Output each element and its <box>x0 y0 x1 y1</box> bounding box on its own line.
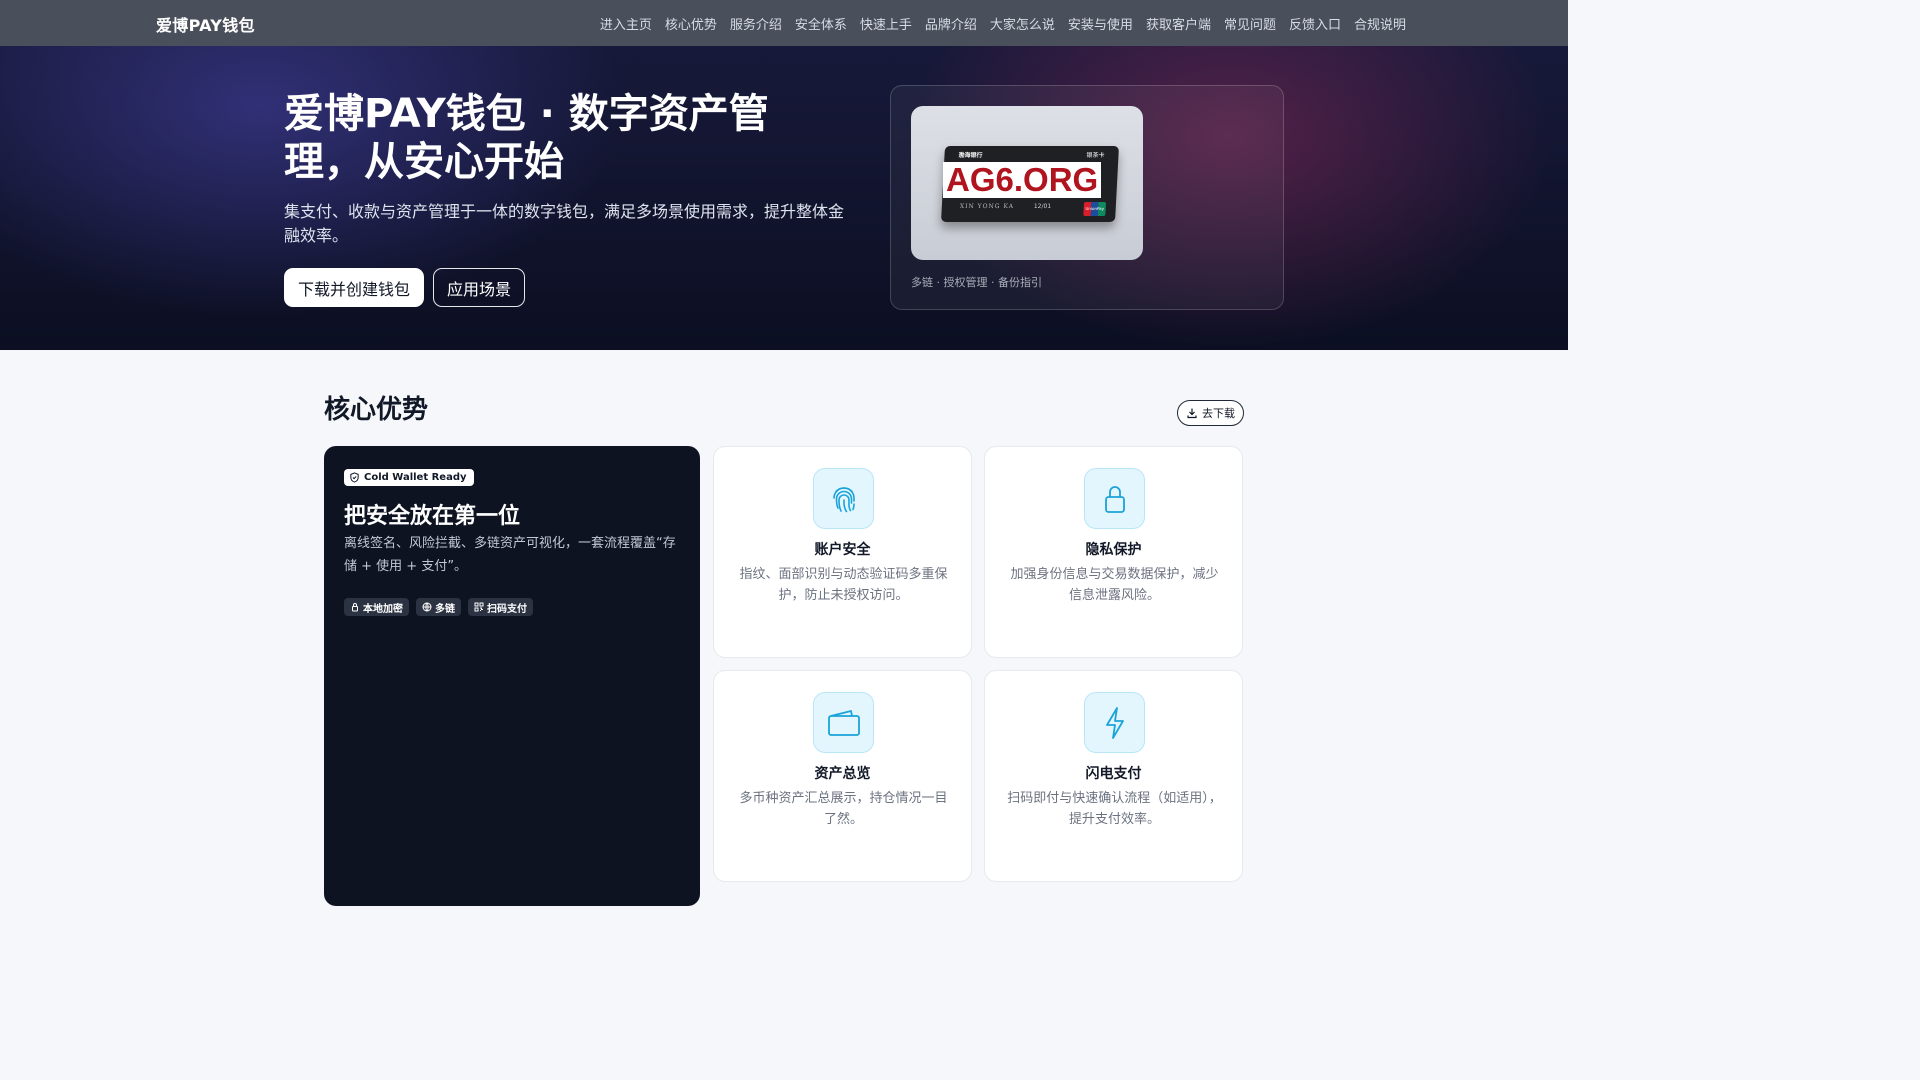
feature-title: 把安全放在第一位 <box>344 504 521 529</box>
card-title: 隐私保护 <box>1085 542 1142 558</box>
bank-card-logo: 渤海银行 <box>958 152 983 159</box>
nav-link-home[interactable]: 进入主页 <box>600 14 652 33</box>
feature-card: Cold Wallet Ready 把安全放在第一位 离线签名、风险拦截、多链资… <box>324 446 700 906</box>
cold-wallet-badge: Cold Wallet Ready <box>344 469 474 486</box>
image-watermark: AG6.ORG <box>943 162 1102 198</box>
lightning-icon <box>1105 706 1124 739</box>
feature-description: 离线签名、风险拦截、多链资产可视化，一套流程覆盖“存储 + 使用 + 支付”。 <box>344 536 676 574</box>
globe-icon <box>422 602 432 612</box>
nav-link-brand[interactable]: 品牌介绍 <box>925 14 977 33</box>
hero-caption: 多链 · 授权管理 · 备份指引 <box>911 276 1042 289</box>
nav-link-security[interactable]: 安全体系 <box>795 14 847 33</box>
bank-card-type: 银茶卡 <box>1086 152 1105 159</box>
card-icon-box <box>813 692 874 753</box>
card-description: 扫码即付与快速确认流程（如适用），提升支付效率。 <box>1007 791 1222 827</box>
tag-label: 多链 <box>435 603 455 615</box>
tag-label: 扫码支付 <box>487 603 527 615</box>
nav-link-services[interactable]: 服务介绍 <box>730 14 782 33</box>
nav-links: 进入主页 核心优势 服务介绍 安全体系 快速上手 品牌介绍 大家怎么说 安装与使… <box>600 14 1406 33</box>
hero-section: 爱博PAY钱包 · 数字资产管理，从安心开始 集支付、收款与资产管理于一体的数字… <box>0 46 1568 350</box>
card-icon-box <box>1084 468 1145 529</box>
nav-link-quickstart[interactable]: 快速上手 <box>860 14 912 33</box>
tag-multichain: 多链 <box>416 598 461 616</box>
shield-icon <box>350 472 359 483</box>
tag-local-encryption: 本地加密 <box>344 598 409 616</box>
card-title: 账户安全 <box>814 542 871 558</box>
download-pill-button[interactable]: 去下载 <box>1177 400 1244 426</box>
brand-logo[interactable]: 爱博PAY钱包 <box>156 12 255 36</box>
top-nav: 爱博PAY钱包 进入主页 核心优势 服务介绍 安全体系 快速上手 品牌介绍 大家… <box>0 0 1568 46</box>
nav-link-feedback[interactable]: 反馈入口 <box>1289 14 1341 33</box>
wallet-icon <box>827 709 860 736</box>
card-description: 多币种资产汇总展示，持仓情况一目了然。 <box>739 791 948 827</box>
scenarios-button[interactable]: 应用场景 <box>433 268 526 307</box>
nav-link-client[interactable]: 获取客户端 <box>1146 14 1211 33</box>
fingerprint-icon <box>832 486 855 512</box>
hero-image: 渤海银行 银茶卡 XIN YONG KA 12/01 UnionPay AG6.… <box>911 106 1143 260</box>
section-title: 核心优势 <box>324 395 429 425</box>
lock-icon <box>1104 485 1125 513</box>
hero-title: 爱博PAY钱包 · 数字资产管理，从安心开始 <box>284 91 769 185</box>
download-icon <box>1187 408 1197 419</box>
nav-link-compliance[interactable]: 合规说明 <box>1354 14 1406 33</box>
card-title: 资产总览 <box>814 766 871 782</box>
tag-qr-pay: 扫码支付 <box>468 598 533 616</box>
nav-link-install[interactable]: 安装与使用 <box>1068 14 1133 33</box>
nav-link-advantages[interactable]: 核心优势 <box>665 14 717 33</box>
download-pill-label: 去下载 <box>1202 407 1235 420</box>
card-icon-box <box>813 468 874 529</box>
lock-icon <box>352 603 358 612</box>
nav-link-reviews[interactable]: 大家怎么说 <box>990 14 1055 33</box>
hero-preview-card: 渤海银行 银茶卡 XIN YONG KA 12/01 UnionPay AG6.… <box>890 85 1284 310</box>
tag-label: 本地加密 <box>363 603 403 615</box>
nav-link-faq[interactable]: 常见问题 <box>1224 14 1276 33</box>
feature-tags: 本地加密 多链 扫码支付 <box>344 598 533 616</box>
card-lightning-pay: 闪电支付 扫码即付与快速确认流程（如适用），提升支付效率。 <box>984 670 1243 882</box>
hero-subtitle: 集支付、收款与资产管理于一体的数字钱包，满足多场景使用需求，提升整体金融效率。 <box>284 202 845 245</box>
card-title: 闪电支付 <box>1085 766 1142 782</box>
card-privacy: 隐私保护 加强身份信息与交易数据保护，减少信息泄露风险。 <box>984 446 1243 658</box>
card-description: 指纹、面部识别与动态验证码多重保护，防止未授权访问。 <box>739 567 948 603</box>
card-asset-overview: 资产总览 多币种资产汇总展示，持仓情况一目了然。 <box>713 670 972 882</box>
download-wallet-button[interactable]: 下载并创建钱包 <box>284 268 425 307</box>
card-description: 加强身份信息与交易数据保护，减少信息泄露风险。 <box>1010 567 1219 603</box>
unionpay-logo: UnionPay <box>1083 202 1107 216</box>
badge-label: Cold Wallet Ready <box>364 472 467 483</box>
bank-card-valid: 12/01 <box>1033 203 1052 210</box>
card-icon-box <box>1084 692 1145 753</box>
bank-card-name: XIN YONG KA <box>959 203 1015 210</box>
qr-icon <box>474 602 484 612</box>
card-account-security: 账户安全 指纹、面部识别与动态验证码多重保护，防止未授权访问。 <box>713 446 972 658</box>
